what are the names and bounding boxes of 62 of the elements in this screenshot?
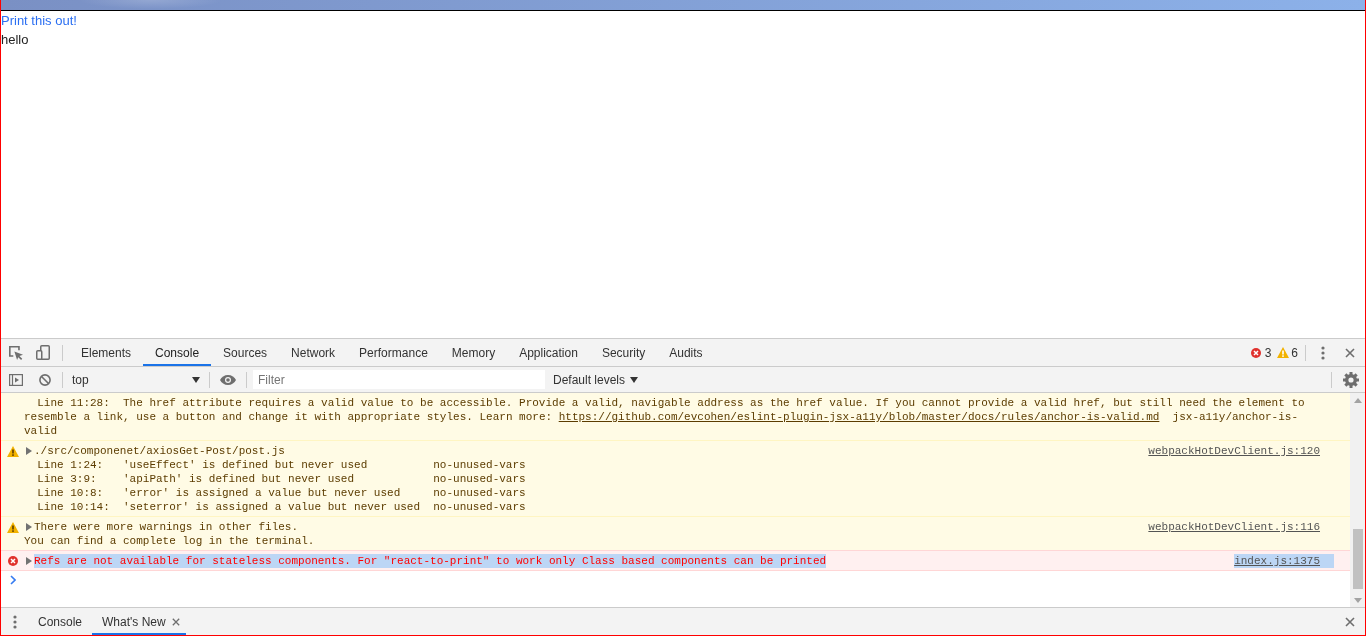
lint-location: Line 10:8: — [37, 486, 105, 500]
message-text: ./src/componenet/axiosGet-Post/post.js — [34, 444, 285, 458]
lint-rule: no-unused-vars — [433, 500, 526, 514]
error-count-button[interactable]: 3 — [1250, 345, 1272, 360]
scrollbar[interactable] — [1350, 393, 1365, 607]
lint-rule: no-unused-vars — [433, 472, 526, 486]
lint-location: Line 1:24: — [37, 458, 105, 472]
warning-count-button[interactable]: 6 — [1277, 345, 1298, 360]
error-icon — [1250, 347, 1261, 358]
source-link[interactable]: index.js:1375 — [1234, 554, 1334, 568]
lint-rule: no-unused-vars — [433, 458, 526, 472]
sidebar-toggle-icon[interactable] — [9, 373, 23, 386]
context-select[interactable]: top — [66, 369, 204, 390]
more-menu-icon[interactable] — [13, 614, 17, 629]
more-menu-icon[interactable] — [1321, 345, 1325, 360]
panel-tab[interactable]: Audits — [657, 339, 715, 366]
warning-icon — [6, 522, 19, 533]
message-text: There were more warnings in other files. — [34, 520, 299, 534]
settings-icon[interactable] — [1343, 371, 1359, 388]
drawer-tab[interactable]: Console — [28, 608, 93, 635]
panel-tab[interactable]: Memory — [439, 339, 508, 366]
eye-icon[interactable] — [220, 374, 236, 385]
prompt-chevron-icon — [10, 575, 16, 585]
panel-tab[interactable]: Network — [279, 339, 348, 366]
source-link[interactable]: webpackHotDevClient.js:116 — [1148, 520, 1320, 534]
triangle-right-icon[interactable] — [26, 557, 32, 565]
inspect-icon[interactable] — [9, 345, 23, 360]
triangle-right-icon[interactable] — [26, 523, 32, 531]
lint-rule: no-unused-vars — [433, 486, 526, 500]
message-text: Refs are not available for stateless components. For "react-to-print" to work only Class based components can be printed — [34, 554, 827, 568]
panel-tab[interactable]: Security — [589, 339, 658, 366]
drawer-tab[interactable]: What's New — [92, 608, 186, 635]
page-text: hello — [1, 31, 29, 49]
levels-dropdown[interactable]: Default levels — [549, 369, 643, 390]
filter-input[interactable]: Filter — [253, 370, 545, 389]
panel-tab[interactable]: Performance — [347, 339, 440, 366]
message-text: Line 11:28: The href attribute requires a valid value to be accessible. Provide a valid, navigable address as the href value. If you cannot provide a valid href, but still need the element to resemble a link, use a button and change it with appropriate styles. Learn more: https://github.com/evcohen/eslint-plugin-jsx-a11y/blob/master/docs/rules/anchor-is-valid.md jsx-a11y/anchor-is-valid — [24, 396, 1306, 438]
close-icon[interactable] — [1345, 347, 1355, 358]
lint-message: 'seterror' is assigned a value but never used — [123, 500, 422, 514]
lint-message: 'useEffect' is defined but never used — [123, 458, 369, 472]
print-link[interactable]: Print this out! — [1, 11, 77, 30]
panel-tab[interactable]: Application — [507, 339, 590, 366]
lint-location: Line 3:9: — [37, 472, 98, 486]
lint-location: Line 10:14: — [37, 500, 111, 514]
message-text: You can find a complete log in the terminal. — [24, 534, 315, 548]
lint-message: 'apiPath' is defined but never used — [123, 472, 356, 486]
panel-tab[interactable]: Elements — [69, 339, 144, 366]
device-icon[interactable] — [36, 345, 50, 360]
warning-icon — [1277, 347, 1290, 358]
error-icon — [7, 556, 18, 566]
caret-icon — [630, 376, 639, 383]
panel-tab[interactable]: Sources — [211, 339, 280, 366]
caret-icon — [192, 376, 200, 383]
lint-message: 'error' is assigned a value but never used — [123, 486, 402, 500]
docs-link[interactable]: https://github.com/evcohen/eslint-plugin-jsx-a11y/blob/master/docs/rules/anchor-is-valid.md — [558, 411, 1160, 423]
scrollbar-thumb[interactable] — [1352, 529, 1363, 589]
close-icon[interactable] — [171, 617, 180, 626]
source-link[interactable]: webpackHotDevClient.js:120 — [1148, 444, 1320, 458]
warning-icon — [6, 446, 19, 457]
triangle-right-icon[interactable] — [26, 447, 32, 455]
clear-console-icon[interactable] — [39, 373, 51, 386]
close-icon[interactable] — [1345, 616, 1355, 627]
